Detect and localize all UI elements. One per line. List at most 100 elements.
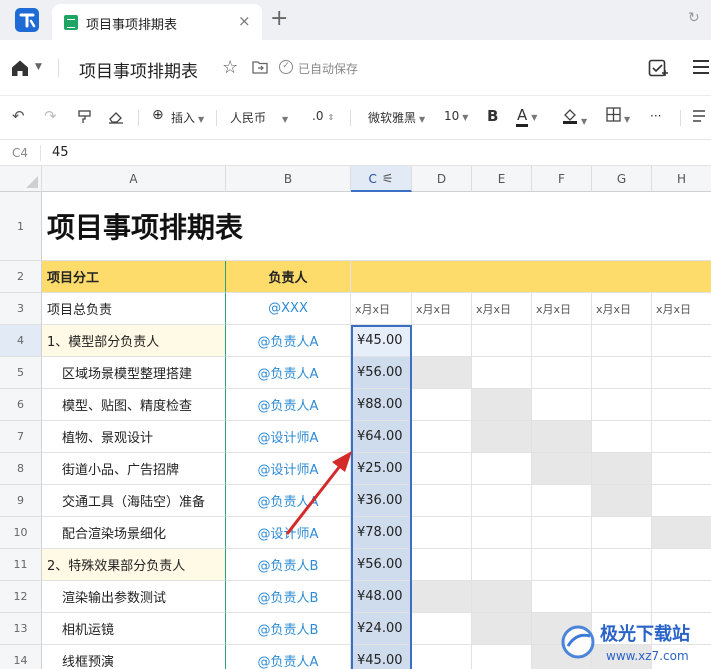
- cell-c8[interactable]: ¥25.00: [351, 453, 412, 485]
- font-size-select[interactable]: 10 ▼: [444, 109, 468, 123]
- cell-d8[interactable]: [412, 453, 472, 485]
- cell-c9[interactable]: ¥36.00: [351, 485, 412, 517]
- cell-a13[interactable]: 相机运镜: [42, 613, 226, 645]
- cell-f4[interactable]: [532, 325, 592, 357]
- tab-document[interactable]: 项目事项排期表 ×: [52, 4, 262, 40]
- cell-b7[interactable]: @设计师A: [226, 421, 351, 453]
- cell-c14[interactable]: ¥45.00: [351, 645, 412, 669]
- cell-a7[interactable]: 植物、景观设计: [42, 421, 226, 453]
- cell-h7[interactable]: [652, 421, 711, 453]
- cell-d7[interactable]: [412, 421, 472, 453]
- cell-g12[interactable]: [592, 581, 652, 613]
- cell-h11[interactable]: [652, 549, 711, 581]
- fill-color-button[interactable]: ▼: [562, 107, 587, 127]
- home-icon[interactable]: [10, 58, 30, 78]
- row-header-13[interactable]: 13: [0, 613, 42, 645]
- currency-format-select[interactable]: 人民币 ▼: [230, 109, 288, 126]
- cell-h8[interactable]: [652, 453, 711, 485]
- cell-a6[interactable]: 模型、贴图、精度检查: [42, 389, 226, 421]
- cell-e12[interactable]: [472, 581, 532, 613]
- cell-reference[interactable]: C4: [12, 146, 28, 160]
- column-header-h[interactable]: H: [652, 166, 711, 192]
- cell-c6[interactable]: ¥88.00: [351, 389, 412, 421]
- date-cell-g3[interactable]: x月x日: [592, 293, 652, 325]
- cell-g8[interactable]: [592, 453, 652, 485]
- cell-f7[interactable]: [532, 421, 592, 453]
- eraser-icon[interactable]: [108, 110, 124, 124]
- cell-d12[interactable]: [412, 581, 472, 613]
- column-header-f[interactable]: F: [532, 166, 592, 192]
- cell-e9[interactable]: [472, 485, 532, 517]
- row-header-3[interactable]: 3: [0, 293, 42, 325]
- main-menu-icon[interactable]: [693, 60, 711, 78]
- cell-e11[interactable]: [472, 549, 532, 581]
- cell-a12[interactable]: 渲染输出参数测试: [42, 581, 226, 613]
- column-header-b[interactable]: B: [226, 166, 351, 192]
- refresh-icon[interactable]: ↻: [688, 10, 700, 26]
- cell-d4[interactable]: [412, 325, 472, 357]
- formula-input[interactable]: 45: [52, 145, 69, 160]
- cell-d10[interactable]: [412, 517, 472, 549]
- insert-plus-icon[interactable]: ⊕: [152, 107, 164, 123]
- insert-button[interactable]: 插入 ▼: [171, 109, 204, 126]
- cell-g5[interactable]: [592, 357, 652, 389]
- cell-e8[interactable]: [472, 453, 532, 485]
- cell-d5[interactable]: [412, 357, 472, 389]
- cell-b11[interactable]: @负责人B: [226, 549, 351, 581]
- date-cell-e3[interactable]: x月x日: [472, 293, 532, 325]
- cell-e6[interactable]: [472, 389, 532, 421]
- header-cell-project-division[interactable]: 项目分工: [42, 261, 226, 293]
- cell-b12[interactable]: @负责人B: [226, 581, 351, 613]
- app-logo-icon[interactable]: [14, 7, 40, 33]
- align-icon[interactable]: [692, 110, 706, 125]
- font-family-select[interactable]: 微软雅黑 ▼: [368, 109, 425, 126]
- cell-g4[interactable]: [592, 325, 652, 357]
- column-header-a[interactable]: A: [42, 166, 226, 192]
- cell-d9[interactable]: [412, 485, 472, 517]
- cell-f10[interactable]: [532, 517, 592, 549]
- cell-f9[interactable]: [532, 485, 592, 517]
- row-header-7[interactable]: 7: [0, 421, 42, 453]
- cell-h5[interactable]: [652, 357, 711, 389]
- select-all-corner[interactable]: [0, 166, 42, 192]
- cell-a11[interactable]: 2、特殊效果部分负责人: [42, 549, 226, 581]
- cell-c10[interactable]: ¥78.00: [351, 517, 412, 549]
- cell-f8[interactable]: [532, 453, 592, 485]
- format-painter-icon[interactable]: [78, 110, 92, 124]
- redo-icon[interactable]: ↷: [44, 107, 57, 125]
- cell-c12[interactable]: ¥48.00: [351, 581, 412, 613]
- header-cell-schedule[interactable]: [351, 261, 711, 293]
- cell-b4[interactable]: @负责人A: [226, 325, 351, 357]
- cell-f12[interactable]: [532, 581, 592, 613]
- cell-c11[interactable]: ¥56.00: [351, 549, 412, 581]
- cell-h6[interactable]: [652, 389, 711, 421]
- row-header-11[interactable]: 11: [0, 549, 42, 581]
- row-header-6[interactable]: 6: [0, 389, 42, 421]
- cell-a3[interactable]: 项目总负责: [42, 293, 226, 325]
- cell-f5[interactable]: [532, 357, 592, 389]
- cell-h4[interactable]: [652, 325, 711, 357]
- cell-d13[interactable]: [412, 613, 472, 645]
- date-cell-d3[interactable]: x月x日: [412, 293, 472, 325]
- close-tab-icon[interactable]: ×: [238, 12, 251, 30]
- row-header-4[interactable]: 4: [0, 325, 42, 357]
- row-header-12[interactable]: 12: [0, 581, 42, 613]
- cell-b10[interactable]: @设计师A: [226, 517, 351, 549]
- date-cell-f3[interactable]: x月x日: [532, 293, 592, 325]
- row-header-8[interactable]: 8: [0, 453, 42, 485]
- cell-b9[interactable]: @负责人A: [226, 485, 351, 517]
- date-cell-c3[interactable]: x月x日: [351, 293, 412, 325]
- cell-c5[interactable]: ¥56.00: [351, 357, 412, 389]
- sheet-title[interactable]: 项目事项排期表: [42, 192, 711, 261]
- cell-e14[interactable]: [472, 645, 532, 669]
- share-icon[interactable]: [648, 58, 670, 78]
- undo-icon[interactable]: ↶: [12, 107, 25, 125]
- cell-c7[interactable]: ¥64.00: [351, 421, 412, 453]
- cell-b14[interactable]: @负责人A: [226, 645, 351, 669]
- cell-e7[interactable]: [472, 421, 532, 453]
- row-header-9[interactable]: 9: [0, 485, 42, 517]
- cell-e13[interactable]: [472, 613, 532, 645]
- more-tools-icon[interactable]: ···: [650, 109, 661, 123]
- cell-a5[interactable]: 区域场景模型整理搭建: [42, 357, 226, 389]
- cell-b6[interactable]: @负责人A: [226, 389, 351, 421]
